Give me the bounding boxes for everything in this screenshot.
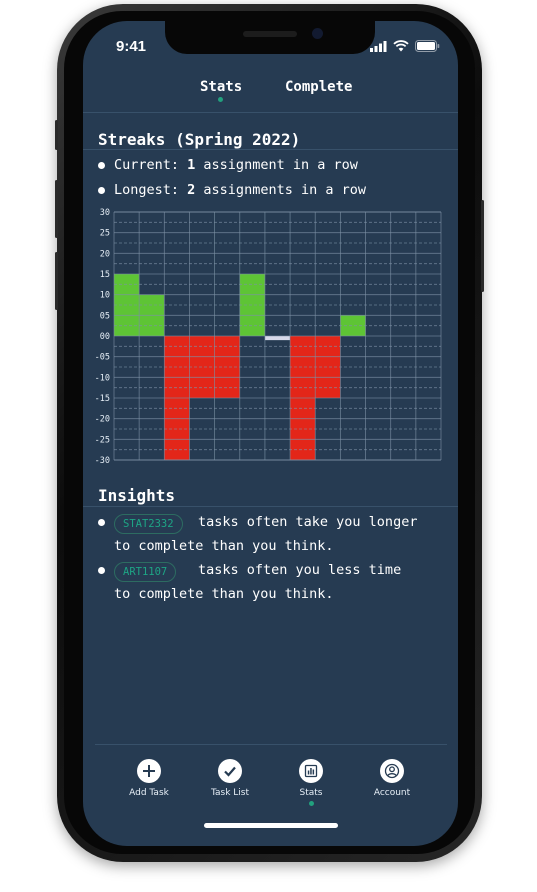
- nav-task-list[interactable]: Task List: [190, 759, 270, 798]
- wifi-icon: [393, 40, 409, 52]
- battery-icon: [415, 40, 440, 52]
- y-tick-label: -30: [95, 456, 110, 465]
- y-tick-label: 25: [100, 229, 110, 239]
- streaks-title: Streaks (Spring 2022): [98, 130, 301, 149]
- bullet: [98, 519, 105, 526]
- y-tick-label: 20: [100, 249, 110, 259]
- check-circle-icon: [218, 759, 242, 783]
- nav-add-task[interactable]: Add Task: [109, 759, 189, 798]
- insights-title: Insights: [98, 486, 176, 505]
- y-tick-label: 30: [100, 208, 110, 218]
- insight-text: tasks often take you longer: [198, 514, 418, 530]
- cellular-signal-icon: [370, 40, 387, 52]
- volume-down-button: [55, 252, 58, 310]
- plus-circle-icon: [137, 759, 161, 783]
- bullet: [98, 187, 105, 194]
- insights-divider: [83, 506, 458, 507]
- user-circle-icon: [380, 759, 404, 783]
- y-tick-label: 15: [100, 270, 110, 280]
- nav-label: Stats: [299, 788, 323, 798]
- speaker: [243, 31, 297, 37]
- status-icons: [370, 40, 440, 52]
- mute-switch: [55, 120, 58, 150]
- current-streak: Current: 1 assignment in a row: [114, 157, 358, 173]
- volume-up-button: [55, 180, 58, 238]
- y-tick-label: -20: [95, 415, 110, 425]
- top-tabs: Stats Complete: [83, 78, 458, 113]
- nav-label: Add Task: [129, 788, 169, 798]
- active-nav-indicator: [308, 801, 314, 806]
- home-indicator: [204, 823, 338, 828]
- power-button: [481, 200, 484, 292]
- course-chip[interactable]: ART1107: [114, 562, 177, 582]
- bullet: [98, 162, 105, 169]
- y-tick-label: -25: [95, 435, 110, 445]
- course-chip[interactable]: STAT2332: [114, 514, 183, 534]
- y-tick-label: 00: [100, 332, 110, 342]
- active-tab-indicator: [218, 97, 223, 102]
- insight-text: to complete than you think.: [114, 538, 334, 554]
- insight-text: tasks often you less time: [198, 562, 402, 578]
- bottom-nav-divider: [95, 744, 447, 745]
- y-tick-label: -05: [95, 353, 110, 363]
- y-tick-label: 10: [100, 291, 110, 301]
- longest-streak: Longest: 2 assignments in a row: [114, 182, 366, 198]
- nav-label: Task List: [210, 788, 250, 798]
- status-time: 9:41: [116, 38, 147, 55]
- front-camera: [312, 28, 323, 39]
- tab-stats[interactable]: Stats: [200, 79, 242, 95]
- streak-chart: 30 25 20 15 10 05 00 -05 -10 -15 -20 -25 -30: [95, 208, 442, 465]
- bar-chart-icon: [299, 759, 323, 783]
- insight-text: to complete than you think.: [114, 586, 334, 602]
- nav-stats[interactable]: Stats: [271, 759, 351, 806]
- y-tick-label: -15: [95, 394, 110, 404]
- nav-label: Account: [373, 788, 411, 798]
- app-screen: 9:41 Stats Complete Streaks (Spring 2022…: [83, 21, 458, 846]
- y-tick-label: -10: [95, 373, 110, 383]
- y-tick-label: 05: [100, 311, 110, 321]
- streaks-divider: [83, 149, 458, 150]
- bullet: [98, 567, 105, 574]
- nav-account[interactable]: Account: [352, 759, 432, 798]
- tab-complete[interactable]: Complete: [285, 79, 352, 95]
- notch: [165, 21, 375, 54]
- chart-bar: [264, 336, 291, 341]
